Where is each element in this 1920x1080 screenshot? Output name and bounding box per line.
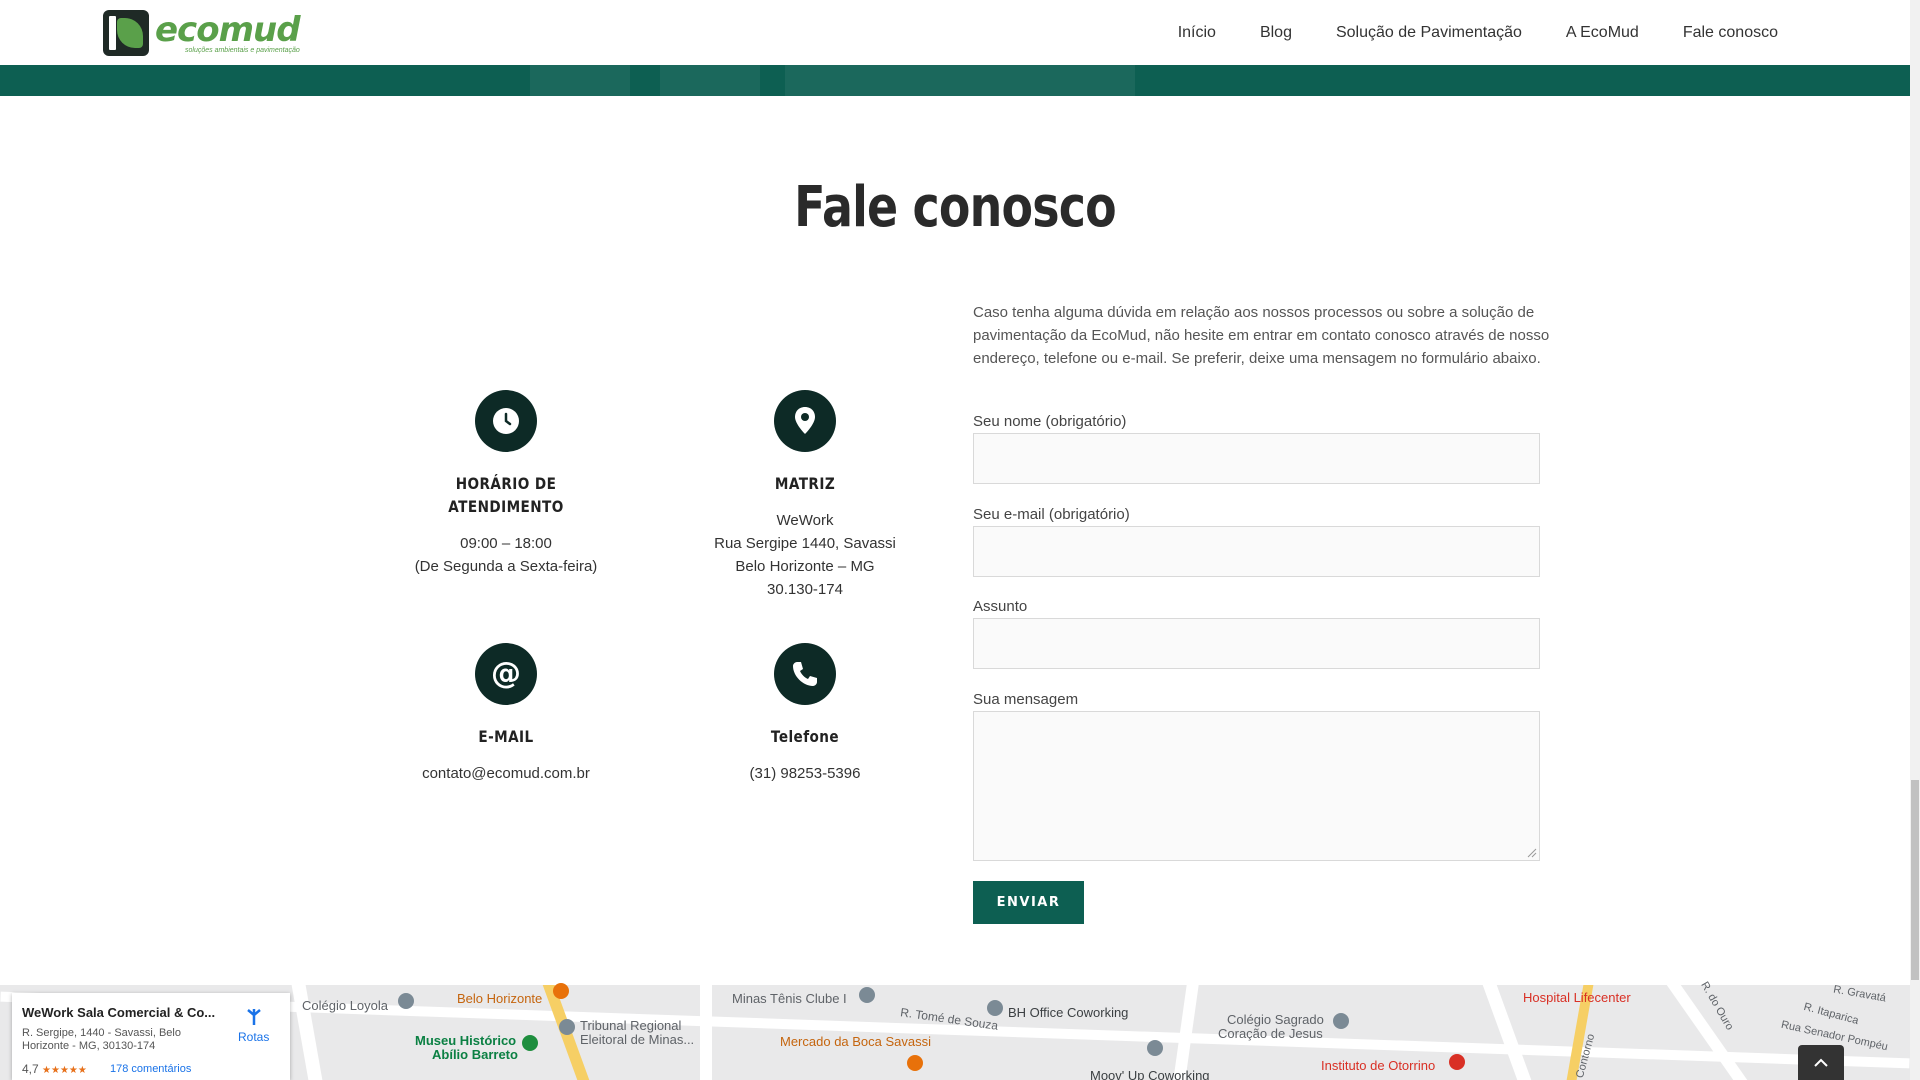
map-routes-button[interactable]: Rotas <box>238 1007 269 1044</box>
message-textarea[interactable] <box>973 711 1540 861</box>
scroll-to-top-button[interactable] <box>1798 1045 1844 1080</box>
map-poi-icon[interactable] <box>859 987 875 1003</box>
page-title: Fale conosco <box>794 175 1117 240</box>
map-poi-icon[interactable] <box>1333 1013 1349 1029</box>
hq-line3: Belo Horizonte – MG <box>735 558 875 575</box>
nav-item-blog[interactable]: Blog <box>1238 24 1314 42</box>
map-label-colegio-sagrado: Colégio Sagrado <box>1227 1012 1324 1027</box>
hq-block: MATRIZ WeWork Rua Sergipe 1440, Savassi … <box>685 390 925 601</box>
map-routes-label[interactable]: Rotas <box>238 1030 269 1044</box>
email-label: Seu e-mail (obrigatório) <box>973 506 1130 523</box>
nav-item-inicio[interactable]: Início <box>1156 24 1238 42</box>
name-label: Seu nome (obrigatório) <box>973 413 1127 430</box>
phone-title: Telefone <box>770 727 840 746</box>
map-place-name[interactable]: WeWork Sala Comercial & Co... <box>22 1005 222 1020</box>
email-block: @ E-MAIL contato@ecomud.com.br <box>386 643 626 785</box>
map-place-address: R. Sergipe, 1440 - Savassi, Belo Horizon… <box>22 1027 181 1052</box>
map-label-tribunal-1: Tribunal Regional <box>580 1018 682 1033</box>
logo-name: ecomud <box>155 9 301 50</box>
site-logo[interactable]: ecomud soluções ambientais e pavimentaçã… <box>103 9 301 57</box>
directions-icon <box>246 1009 261 1025</box>
hq-title: MATRIZ <box>774 474 836 493</box>
map-label-museu-2: Abílio Barreto <box>432 1047 518 1062</box>
map-label-hospital: Hospital Lifecenter <box>1523 990 1631 1005</box>
nav-item-fale-conosco[interactable]: Fale conosco <box>1661 24 1800 42</box>
logo-mark-icon <box>103 10 149 56</box>
map-poi-icon[interactable] <box>559 1019 575 1035</box>
map-label-coracao: Coração de Jesus <box>1218 1026 1323 1041</box>
phone-block: Telefone (31) 98253-5396 <box>685 643 925 785</box>
hq-line4: 30.130-174 <box>767 581 843 598</box>
chevron-up-icon <box>1814 1058 1828 1067</box>
submit-button[interactable]: ENVIAR <box>973 881 1084 924</box>
hq-line2: Rua Sergipe 1440, Savassi <box>714 535 896 552</box>
map-label-tribunal-2: Eleitoral de Minas... <box>580 1032 695 1047</box>
map-hospital-icon[interactable] <box>1449 1054 1465 1070</box>
map-label-museu-1: Museu Histórico <box>415 1033 517 1048</box>
rating-stars-icon: ★★★★★ <box>42 1065 87 1076</box>
phone-value[interactable]: (31) 98253-5396 <box>750 765 861 782</box>
hq-line1: WeWork <box>776 512 834 529</box>
map-poi-icon[interactable] <box>398 993 414 1009</box>
map-label-hotel: Belo Horizonte <box>457 991 543 1006</box>
logo-tagline: soluções ambientais e pavimentação <box>185 46 300 54</box>
phone-icon <box>774 643 836 705</box>
map-label-instituto: Instituto de Otorrino <box>1321 1058 1436 1073</box>
subject-field[interactable] <box>973 618 1540 669</box>
main-nav: Início Blog Solução de Pavimentação A Ec… <box>1156 0 1800 65</box>
nav-item-a-ecomud[interactable]: A EcoMud <box>1544 24 1661 42</box>
at-icon: @ <box>475 643 537 705</box>
subject-label: Assunto <box>973 598 1028 615</box>
hours-days: (De Segunda a Sexta-feira) <box>414 558 598 575</box>
hours-block: HORÁRIO DE ATENDIMENTO 09:00 – 18:00 (De… <box>386 390 626 578</box>
map-label-moov: Moov' Up Coworking <box>1090 1068 1210 1080</box>
email-title: E-MAIL <box>478 727 534 746</box>
map-place-rating: 4,7 ★★★★★ <box>22 1062 87 1076</box>
email-value[interactable]: contato@ecomud.com.br <box>422 765 590 782</box>
message-label: Sua mensagem <box>973 691 1079 708</box>
form-intro: Caso tenha alguma dúvida em relação aos … <box>973 304 1550 367</box>
map-place-card: WeWork Sala Comercial & Co... R. Sergipe… <box>12 993 290 1080</box>
map-label-colegio-loyola: Colégio Loyola <box>302 998 389 1013</box>
map-poi-icon[interactable] <box>1147 1040 1163 1056</box>
email-field[interactable] <box>973 526 1540 577</box>
map-place-reviews[interactable]: 178 comentários <box>110 1063 191 1075</box>
nav-item-pavimentacao[interactable]: Solução de Pavimentação <box>1314 24 1544 42</box>
name-field[interactable] <box>973 433 1540 484</box>
page-scrollbar[interactable] <box>1910 0 1920 1080</box>
map-label-mercado: Mercado da Boca Savassi <box>780 1034 932 1049</box>
hours-title: HORÁRIO DE ATENDIMENTO <box>448 474 564 516</box>
resize-handle-icon <box>1527 848 1537 858</box>
header-banner-strip <box>0 65 1910 96</box>
map-poi-icon[interactable] <box>987 1000 1003 1016</box>
hours-time: 09:00 – 18:00 <box>460 535 552 552</box>
map-hotel-icon[interactable] <box>553 983 569 999</box>
map-label-bh-office: BH Office Coworking <box>1008 1005 1129 1020</box>
map-label-minas-tenis: Minas Tênis Clube I <box>732 991 847 1006</box>
map-museum-icon[interactable] <box>522 1035 538 1051</box>
map-pin-icon <box>774 390 836 452</box>
clock-icon <box>475 390 537 452</box>
site-header: ecomud soluções ambientais e pavimentaçã… <box>0 0 1910 65</box>
map-food-icon[interactable] <box>907 1055 923 1071</box>
